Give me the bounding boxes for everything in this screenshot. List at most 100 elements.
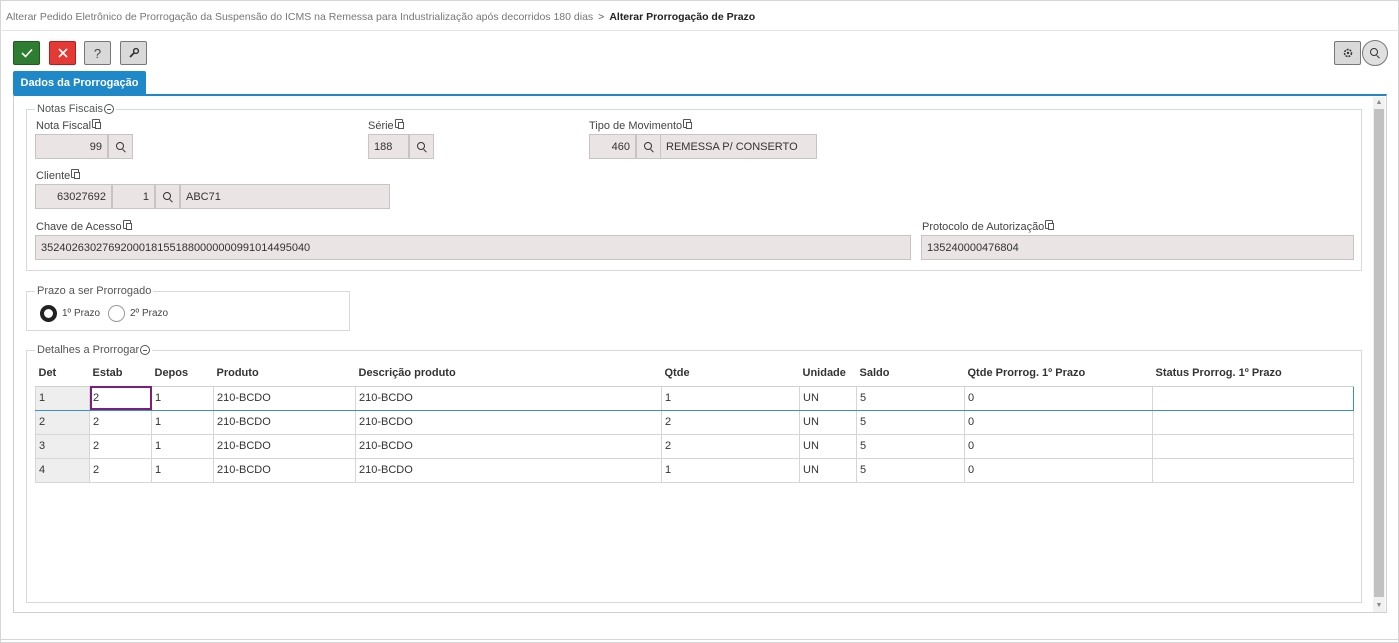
cliente-name-field: ABC71 (180, 184, 390, 209)
serie-search-button[interactable] (409, 134, 434, 159)
confirm-button[interactable] (13, 41, 40, 65)
table-cell[interactable]: 1 (35, 385, 90, 411)
table-cell[interactable]: 5 (856, 410, 965, 435)
column-header[interactable]: Saldo (856, 361, 965, 387)
tab-label: Dados da Prorrogação (20, 76, 139, 89)
radio-unchecked-icon (108, 305, 125, 322)
tipo-movimento-code-field[interactable]: 460 (589, 134, 636, 159)
serie-field[interactable]: 188 (368, 134, 409, 159)
table-cell[interactable]: 5 (856, 385, 965, 411)
copy-icon[interactable] (1045, 219, 1055, 230)
table-cell[interactable]: 0 (964, 458, 1153, 483)
table-row[interactable]: 3 2 1 210-BCDO 210-BCDO 2 UN 5 0 (35, 434, 1354, 459)
radio-prazo-2[interactable]: 2º Prazo (108, 305, 168, 322)
cliente-search-button[interactable] (155, 184, 180, 209)
column-header[interactable]: Produto (213, 361, 356, 387)
table-cell[interactable]: UN (799, 458, 857, 483)
scrollbar-thumb[interactable] (1374, 109, 1384, 597)
copy-icon[interactable] (394, 118, 404, 129)
table-cell[interactable]: 2 (89, 458, 152, 483)
column-header[interactable]: Depos (151, 361, 214, 387)
protocolo-field[interactable]: 135240000476804 (921, 235, 1354, 260)
column-header[interactable]: Status Prorrog. 1º Prazo (1152, 361, 1354, 387)
table-cell[interactable]: 0 (964, 410, 1153, 435)
table-cell[interactable]: 2 (35, 410, 90, 435)
table-cell[interactable] (1152, 458, 1354, 483)
table-row[interactable]: 4 2 1 210-BCDO 210-BCDO 1 UN 5 0 (35, 458, 1354, 483)
nota-fiscal-search-button[interactable] (108, 134, 133, 159)
chave-acesso-field[interactable]: 3524026302769200018155188000000099101449… (35, 235, 911, 260)
table-row[interactable]: 1 2 1 210-BCDO 210-BCDO 1 UN 5 0 (35, 385, 1354, 411)
column-header[interactable]: Qtde Prorrog. 1º Prazo (964, 361, 1153, 387)
table-cell[interactable]: 2 (661, 434, 800, 459)
tipo-movimento-search-button[interactable] (636, 134, 661, 159)
search-icon (643, 141, 654, 152)
table-cell[interactable]: 3 (35, 434, 90, 459)
table-cell[interactable]: UN (799, 385, 857, 411)
table-cell[interactable]: 0 (964, 434, 1153, 459)
table-cell[interactable]: 210-BCDO (213, 385, 356, 411)
table-cell[interactable]: 5 (856, 458, 965, 483)
table-cell[interactable]: 2 (661, 410, 800, 435)
wrench-icon (128, 47, 139, 58)
table-row[interactable]: 2 2 1 210-BCDO 210-BCDO 2 UN 5 0 (35, 410, 1354, 435)
table-cell[interactable]: 210-BCDO (355, 434, 662, 459)
tools-button[interactable] (120, 41, 147, 65)
table-cell[interactable] (1152, 410, 1354, 435)
table-cell[interactable]: 1 (661, 385, 800, 411)
global-search-button[interactable] (1362, 40, 1388, 66)
radio-prazo-1[interactable]: 1º Prazo (40, 305, 100, 322)
search-icon (162, 191, 173, 202)
breadcrumb-current: Alterar Prorrogação de Prazo (609, 11, 756, 23)
copy-icon[interactable] (71, 168, 81, 179)
nota-fiscal-field[interactable]: 99 (35, 134, 108, 159)
table-cell[interactable]: 210-BCDO (213, 410, 356, 435)
table-cell[interactable]: 2 (89, 434, 152, 459)
column-header[interactable]: Descrição produto (355, 361, 662, 387)
search-icon (1370, 48, 1380, 58)
column-header[interactable]: Det (35, 361, 90, 387)
cancel-button[interactable] (49, 41, 76, 65)
table-cell[interactable]: 4 (35, 458, 90, 483)
table-cell[interactable]: 1 (151, 410, 214, 435)
table-cell[interactable]: 1 (151, 434, 214, 459)
table-cell[interactable]: 210-BCDO (355, 410, 662, 435)
table-cell[interactable]: 210-BCDO (355, 458, 662, 483)
breadcrumb-parent[interactable]: Alterar Pedido Eletrônico de Prorrogação… (6, 11, 593, 23)
footer-divider (0, 639, 1399, 640)
serie-label: Série (368, 118, 404, 132)
column-header[interactable]: Qtde (661, 361, 800, 387)
table-cell[interactable]: 1 (151, 458, 214, 483)
table-cell[interactable]: 2 (89, 410, 152, 435)
table-cell[interactable]: 5 (856, 434, 965, 459)
cliente-code-field[interactable]: 63027692 (35, 184, 112, 209)
table-cell[interactable]: 2 (89, 385, 152, 411)
vertical-scrollbar[interactable]: ▲ ▼ (1373, 97, 1385, 612)
table-cell[interactable]: 1 (151, 385, 214, 411)
scroll-down-icon[interactable]: ▼ (1373, 601, 1385, 611)
table-cell[interactable]: 210-BCDO (355, 385, 662, 411)
table-cell[interactable]: 210-BCDO (213, 434, 356, 459)
nota-fiscal-label: Nota Fiscal (36, 118, 102, 132)
cliente-seq-field[interactable]: 1 (112, 184, 155, 209)
copy-icon[interactable] (92, 118, 102, 129)
table-cell[interactable]: 210-BCDO (213, 458, 356, 483)
collapse-icon[interactable] (140, 345, 151, 355)
table-cell[interactable]: 1 (661, 458, 800, 483)
table-cell[interactable]: UN (799, 434, 857, 459)
table-cell[interactable] (1152, 434, 1354, 459)
scroll-up-icon[interactable]: ▲ (1373, 98, 1385, 108)
table-cell[interactable]: 0 (964, 385, 1153, 411)
column-header[interactable]: Unidade (799, 361, 857, 387)
settings-button[interactable] (1334, 41, 1361, 65)
breadcrumb: Alterar Pedido Eletrônico de Prorrogação… (6, 11, 755, 23)
column-header[interactable]: Estab (89, 361, 152, 387)
collapse-icon[interactable] (104, 104, 115, 114)
help-button[interactable]: ? (84, 41, 111, 65)
tab-dados-prorrogacao[interactable]: Dados da Prorrogação (13, 71, 146, 94)
table-cell[interactable]: UN (799, 410, 857, 435)
copy-icon[interactable] (683, 118, 693, 129)
copy-icon[interactable] (122, 219, 132, 230)
table-cell[interactable] (1152, 385, 1354, 411)
cliente-label: Cliente (36, 168, 81, 182)
